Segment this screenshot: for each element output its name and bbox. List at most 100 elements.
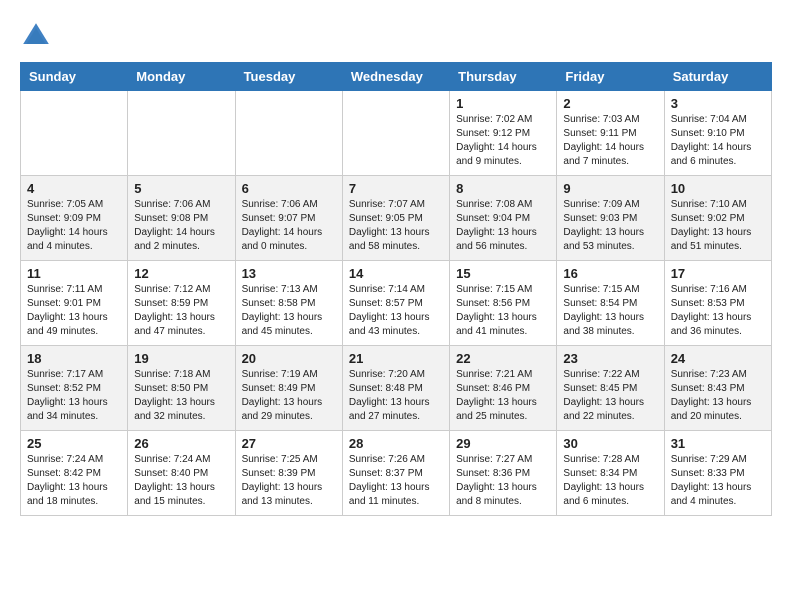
day-info: Sunrise: 7:23 AM Sunset: 8:43 PM Dayligh… — [671, 368, 765, 424]
day-number: 7 — [349, 181, 443, 196]
day-number: 23 — [563, 351, 657, 366]
calendar-cell: 25 Sunrise: 7:24 AM Sunset: 8:42 PM Dayli… — [21, 431, 128, 516]
day-number: 3 — [671, 96, 765, 111]
day-number: 16 — [563, 266, 657, 281]
calendar-cell: 8 Sunrise: 7:08 AM Sunset: 9:04 PM Daylig… — [450, 176, 557, 261]
calendar-cell: 1 Sunrise: 7:02 AM Sunset: 9:12 PM Daylig… — [450, 91, 557, 176]
day-number: 28 — [349, 436, 443, 451]
week-row-3: 11 Sunrise: 7:11 AM Sunset: 9:01 PM Dayli… — [21, 261, 772, 346]
page-header — [20, 20, 772, 52]
day-info: Sunrise: 7:11 AM Sunset: 9:01 PM Dayligh… — [27, 283, 121, 339]
calendar-cell: 21Sunrise: 7:20 AM Sunset: 8:48 PM Dayli… — [342, 346, 449, 431]
day-number: 13 — [242, 266, 336, 281]
day-number: 25 — [27, 436, 121, 451]
day-info: Sunrise: 7:08 AM Sunset: 9:04 PM Dayligh… — [456, 198, 550, 254]
calendar-cell — [235, 91, 342, 176]
day-number: 31 — [671, 436, 765, 451]
calendar-cell: 6 Sunrise: 7:06 AM Sunset: 9:07 PM Daylig… — [235, 176, 342, 261]
header-saturday: Saturday — [664, 63, 771, 91]
week-row-1: 1 Sunrise: 7:02 AM Sunset: 9:12 PM Daylig… — [21, 91, 772, 176]
calendar-cell: 13 Sunrise: 7:13 AM Sunset: 8:58 PM Dayli… — [235, 261, 342, 346]
day-info: Sunrise: 7:05 AM Sunset: 9:09 PM Dayligh… — [27, 198, 121, 254]
day-number: 21 — [349, 351, 443, 366]
calendar-cell — [342, 91, 449, 176]
day-number: 27 — [242, 436, 336, 451]
day-number: 10 — [671, 181, 765, 196]
day-info: Sunrise: 7:19 AM Sunset: 8:49 PM Dayligh… — [242, 368, 336, 424]
header-tuesday: Tuesday — [235, 63, 342, 91]
calendar-cell: 2 Sunrise: 7:03 AM Sunset: 9:11 PM Daylig… — [557, 91, 664, 176]
calendar-cell: 27 Sunrise: 7:25 AM Sunset: 8:39 PM Dayli… — [235, 431, 342, 516]
calendar-cell — [128, 91, 235, 176]
calendar-cell: 10 Sunrise: 7:10 AM Sunset: 9:02 PM Dayli… — [664, 176, 771, 261]
day-info: Sunrise: 7:25 AM Sunset: 8:39 PM Dayligh… — [242, 453, 336, 509]
day-number: 30 — [563, 436, 657, 451]
day-info: Sunrise: 7:03 AM Sunset: 9:11 PM Dayligh… — [563, 113, 657, 169]
day-info: Sunrise: 7:15 AM Sunset: 8:54 PM Dayligh… — [563, 283, 657, 339]
day-number: 26 — [134, 436, 228, 451]
day-info: Sunrise: 7:14 AM Sunset: 8:57 PM Dayligh… — [349, 283, 443, 339]
day-info: Sunrise: 7:18 AM Sunset: 8:50 PM Dayligh… — [134, 368, 228, 424]
calendar-cell — [21, 91, 128, 176]
day-info: Sunrise: 7:06 AM Sunset: 9:08 PM Dayligh… — [134, 198, 228, 254]
calendar-cell: 7Sunrise: 7:07 AM Sunset: 9:05 PM Daylig… — [342, 176, 449, 261]
calendar-cell: 3 Sunrise: 7:04 AM Sunset: 9:10 PM Daylig… — [664, 91, 771, 176]
calendar-cell: 26 Sunrise: 7:24 AM Sunset: 8:40 PM Dayli… — [128, 431, 235, 516]
day-info: Sunrise: 7:06 AM Sunset: 9:07 PM Dayligh… — [242, 198, 336, 254]
day-number: 29 — [456, 436, 550, 451]
day-info: Sunrise: 7:12 AM Sunset: 8:59 PM Dayligh… — [134, 283, 228, 339]
day-info: Sunrise: 7:02 AM Sunset: 9:12 PM Dayligh… — [456, 113, 550, 169]
calendar-cell: 11 Sunrise: 7:11 AM Sunset: 9:01 PM Dayli… — [21, 261, 128, 346]
day-number: 4 — [27, 181, 121, 196]
day-info: Sunrise: 7:26 AM Sunset: 8:37 PM Dayligh… — [349, 453, 443, 509]
calendar-cell: 29 Sunrise: 7:27 AM Sunset: 8:36 PM Dayli… — [450, 431, 557, 516]
day-number: 2 — [563, 96, 657, 111]
day-number: 12 — [134, 266, 228, 281]
day-info: Sunrise: 7:04 AM Sunset: 9:10 PM Dayligh… — [671, 113, 765, 169]
day-info: Sunrise: 7:22 AM Sunset: 8:45 PM Dayligh… — [563, 368, 657, 424]
calendar-cell: 20Sunrise: 7:19 AM Sunset: 8:49 PM Dayli… — [235, 346, 342, 431]
week-row-2: 4 Sunrise: 7:05 AM Sunset: 9:09 PM Daylig… — [21, 176, 772, 261]
calendar-cell: 28 Sunrise: 7:26 AM Sunset: 8:37 PM Dayli… — [342, 431, 449, 516]
calendar-table: SundayMondayTuesdayWednesdayThursdayFrid… — [20, 62, 772, 516]
calendar-cell: 16 Sunrise: 7:15 AM Sunset: 8:54 PM Dayli… — [557, 261, 664, 346]
day-info: Sunrise: 7:16 AM Sunset: 8:53 PM Dayligh… — [671, 283, 765, 339]
day-number: 22 — [456, 351, 550, 366]
day-number: 1 — [456, 96, 550, 111]
day-number: 17 — [671, 266, 765, 281]
calendar-cell: 5 Sunrise: 7:06 AM Sunset: 9:08 PM Daylig… — [128, 176, 235, 261]
logo-icon — [20, 20, 52, 52]
day-number: 19 — [134, 351, 228, 366]
day-info: Sunrise: 7:21 AM Sunset: 8:46 PM Dayligh… — [456, 368, 550, 424]
calendar-cell: 17 Sunrise: 7:16 AM Sunset: 8:53 PM Dayli… — [664, 261, 771, 346]
header-wednesday: Wednesday — [342, 63, 449, 91]
calendar-cell: 12 Sunrise: 7:12 AM Sunset: 8:59 PM Dayli… — [128, 261, 235, 346]
day-number: 9 — [563, 181, 657, 196]
day-number: 8 — [456, 181, 550, 196]
week-row-5: 25 Sunrise: 7:24 AM Sunset: 8:42 PM Dayli… — [21, 431, 772, 516]
day-info: Sunrise: 7:24 AM Sunset: 8:40 PM Dayligh… — [134, 453, 228, 509]
day-info: Sunrise: 7:15 AM Sunset: 8:56 PM Dayligh… — [456, 283, 550, 339]
calendar-cell: 19 Sunrise: 7:18 AM Sunset: 8:50 PM Dayli… — [128, 346, 235, 431]
header-sunday: Sunday — [21, 63, 128, 91]
calendar-cell: 24 Sunrise: 7:23 AM Sunset: 8:43 PM Dayli… — [664, 346, 771, 431]
day-number: 24 — [671, 351, 765, 366]
header-friday: Friday — [557, 63, 664, 91]
day-info: Sunrise: 7:24 AM Sunset: 8:42 PM Dayligh… — [27, 453, 121, 509]
day-info: Sunrise: 7:09 AM Sunset: 9:03 PM Dayligh… — [563, 198, 657, 254]
day-info: Sunrise: 7:10 AM Sunset: 9:02 PM Dayligh… — [671, 198, 765, 254]
header-monday: Monday — [128, 63, 235, 91]
day-number: 6 — [242, 181, 336, 196]
day-info: Sunrise: 7:27 AM Sunset: 8:36 PM Dayligh… — [456, 453, 550, 509]
calendar-cell: 22 Sunrise: 7:21 AM Sunset: 8:46 PM Dayli… — [450, 346, 557, 431]
day-info: Sunrise: 7:17 AM Sunset: 8:52 PM Dayligh… — [27, 368, 121, 424]
calendar-cell: 30Sunrise: 7:28 AM Sunset: 8:34 PM Dayli… — [557, 431, 664, 516]
calendar-cell: 23 Sunrise: 7:22 AM Sunset: 8:45 PM Dayli… — [557, 346, 664, 431]
week-row-4: 18Sunrise: 7:17 AM Sunset: 8:52 PM Dayli… — [21, 346, 772, 431]
day-info: Sunrise: 7:13 AM Sunset: 8:58 PM Dayligh… — [242, 283, 336, 339]
day-number: 11 — [27, 266, 121, 281]
calendar-cell: 4 Sunrise: 7:05 AM Sunset: 9:09 PM Daylig… — [21, 176, 128, 261]
calendar-cell: 31Sunrise: 7:29 AM Sunset: 8:33 PM Dayli… — [664, 431, 771, 516]
day-number: 14 — [349, 266, 443, 281]
day-number: 5 — [134, 181, 228, 196]
